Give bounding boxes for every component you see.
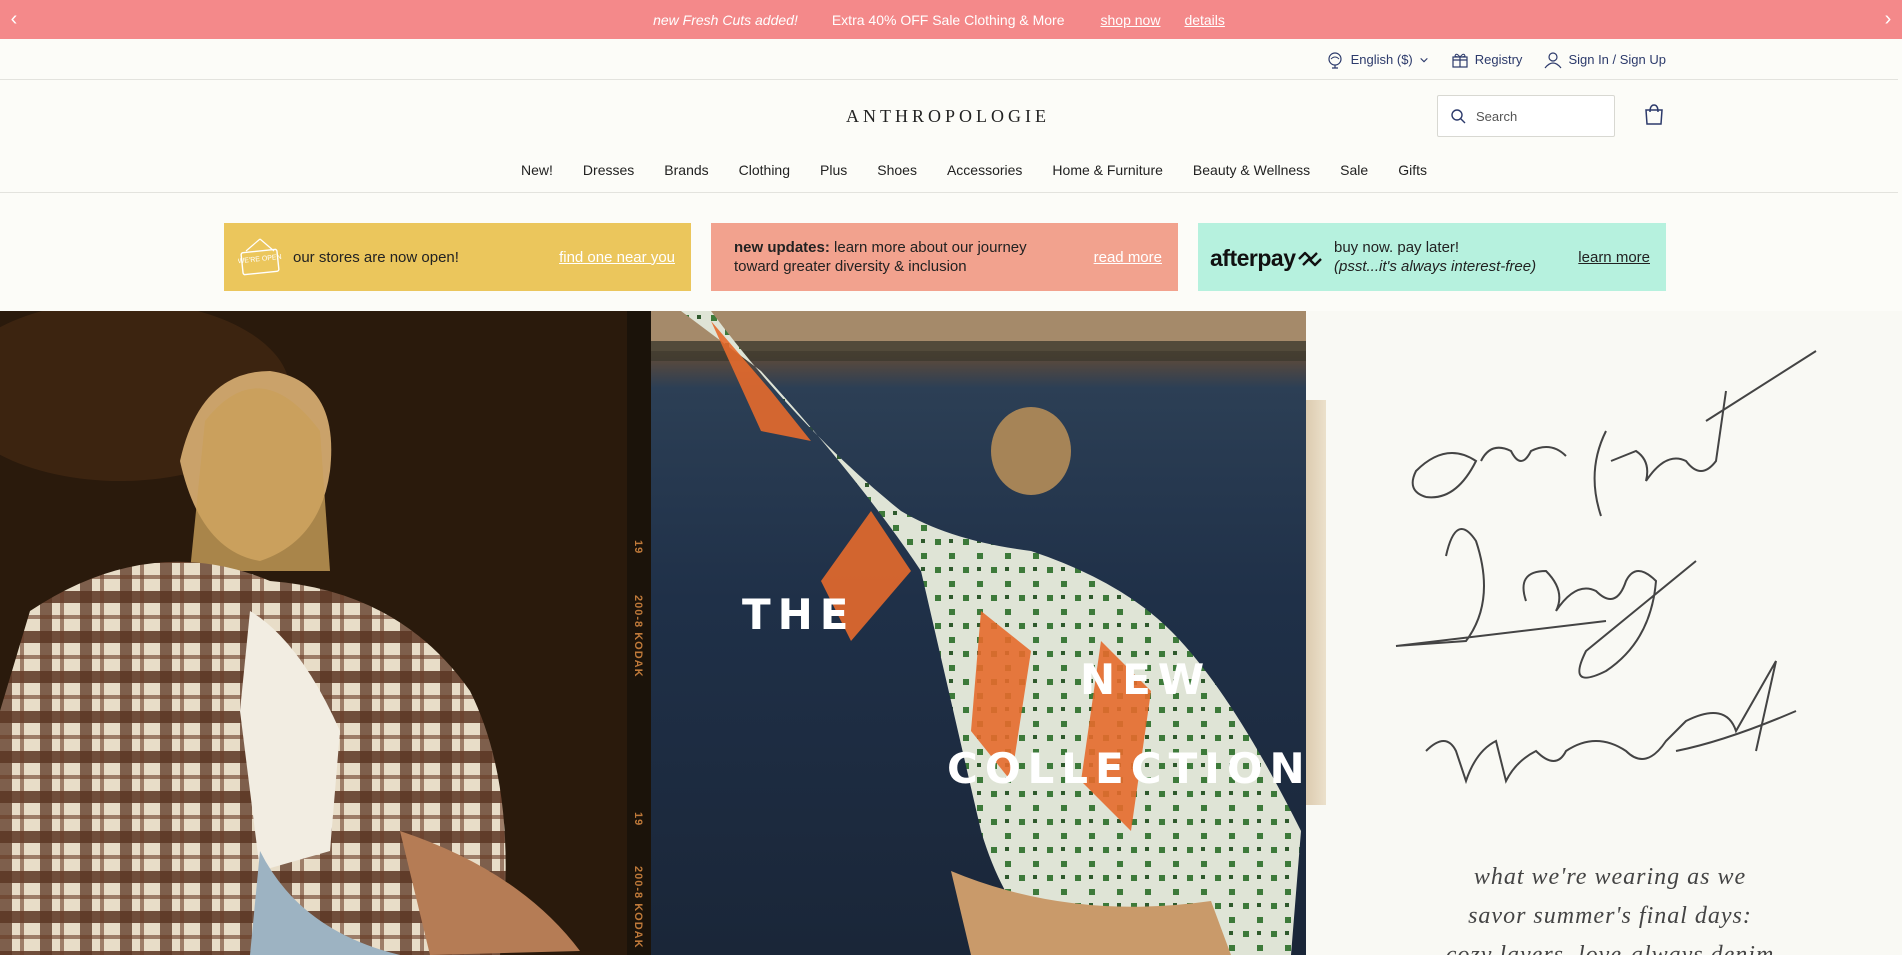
learn-more-link[interactable]: learn more <box>1578 249 1650 266</box>
updates-line-2: toward greater diversity & inclusion <box>734 258 967 275</box>
nav-item-home-furniture[interactable]: Home & Furniture <box>1037 158 1177 182</box>
film-label-kodak-1: 200-8 KODAK <box>632 595 644 678</box>
nav-item-shoes[interactable]: Shoes <box>862 158 932 182</box>
registry-label: Registry <box>1474 52 1523 67</box>
hero-subtitle-line-1: what we're wearing as we <box>1473 864 1747 890</box>
promo-shop-now-link[interactable]: shop now <box>1101 12 1161 28</box>
shopping-bag-icon[interactable] <box>1642 103 1666 127</box>
afterpay-line-1: buy now. pay later! <box>1334 239 1460 256</box>
tape-decoration <box>1306 400 1326 805</box>
afterpay-arrows-icon <box>1298 251 1323 266</box>
hero-subtitle-line-2: savor summer's final days: <box>1468 903 1752 929</box>
gift-icon <box>1452 53 1468 68</box>
search-input[interactable] <box>1476 108 1596 124</box>
search-box <box>1437 95 1615 137</box>
nav-item-plus[interactable]: Plus <box>805 158 862 182</box>
promo-prev-arrow[interactable]: ‹ <box>0 0 28 39</box>
hero-title-new: NEW <box>1080 655 1212 704</box>
afterpay-logo-text: afterpay <box>1210 245 1296 271</box>
hero-title-the: THE <box>742 590 856 639</box>
hero-subtitle: what we're wearing as we savor summer's … <box>1380 858 1840 955</box>
nav-item-clothing[interactable]: Clothing <box>724 158 805 182</box>
promo-message-fresh-cuts: new Fresh Cuts added! <box>653 11 798 28</box>
hero-title-collection: COLLECTION: <box>947 744 1336 793</box>
stores-open-banner: WE'RE OPEN our stores are now open! find… <box>224 223 691 291</box>
film-label-frame-1: 19 <box>632 540 644 555</box>
film-label-kodak-2: 200-8 KODAK <box>632 866 644 949</box>
nav-item-gifts[interactable]: Gifts <box>1383 158 1442 182</box>
open-sign-icon: WE'RE OPEN <box>238 238 282 276</box>
updates-banner: new updates: learn more about our journe… <box>711 223 1178 291</box>
afterpay-line-2: (psst...it's always interest-free) <box>1334 258 1537 275</box>
globe-icon <box>1328 51 1342 69</box>
promo-bar: ‹ new Fresh Cuts added! Extra 40% OFF Sa… <box>0 0 1902 39</box>
site-logo[interactable]: ANTHROPOLOGIE <box>846 106 1050 127</box>
film-label-frame-2: 19 <box>632 812 644 827</box>
user-icon <box>1544 51 1562 68</box>
nav-item-new[interactable]: New! <box>506 158 568 182</box>
hero-photo-plaid-shirt[interactable] <box>0 311 651 955</box>
afterpay-text: buy now. pay later! (psst...it's always i… <box>1334 238 1536 276</box>
nav-item-sale[interactable]: Sale <box>1325 158 1383 182</box>
nav-item-accessories[interactable]: Accessories <box>932 158 1037 182</box>
hero-subtitle-line-3: cozy layers, love-always denim <box>1445 942 1775 955</box>
updates-line-1: learn more about our journey <box>829 239 1027 256</box>
updates-text: new updates: learn more about our journe… <box>734 238 1027 276</box>
utility-bar: English ($) Registry Sign In / Sign Up <box>0 39 1898 80</box>
promo-details-link[interactable]: details <box>1184 12 1224 28</box>
main-nav: New! Dresses Brands Clothing Plus Shoes … <box>0 158 1898 193</box>
open-sign-text: WE'RE OPEN <box>238 254 282 266</box>
afterpay-banner: afterpay buy now. pay later! (psst...it's… <box>1198 223 1666 291</box>
promo-message-sale: Extra 40% OFF Sale Clothing & More <box>831 11 1065 28</box>
nav-item-dresses[interactable]: Dresses <box>568 158 649 182</box>
stores-open-text: our stores are now open! <box>293 248 459 266</box>
registry-link[interactable]: Registry <box>1451 51 1523 69</box>
promo-next-arrow[interactable]: › <box>1874 0 1902 39</box>
find-store-link[interactable]: find one near you <box>559 249 675 266</box>
plaid-shirt-illustration <box>0 311 651 955</box>
afterpay-logo: afterpay <box>1210 245 1323 272</box>
sign-in-label: Sign In / Sign Up <box>1568 52 1666 67</box>
sign-in-link[interactable]: Sign In / Sign Up <box>1544 51 1666 69</box>
nav-item-brands[interactable]: Brands <box>649 158 723 182</box>
read-more-link[interactable]: read more <box>1094 249 1162 266</box>
language-selector[interactable]: English ($) <box>1327 51 1429 69</box>
search-icon[interactable] <box>1450 108 1466 124</box>
language-label: English ($) <box>1350 52 1413 67</box>
chevron-down-icon <box>1420 57 1428 62</box>
updates-bold: new updates: <box>734 239 830 256</box>
nav-item-beauty-wellness[interactable]: Beauty & Wellness <box>1178 158 1325 182</box>
